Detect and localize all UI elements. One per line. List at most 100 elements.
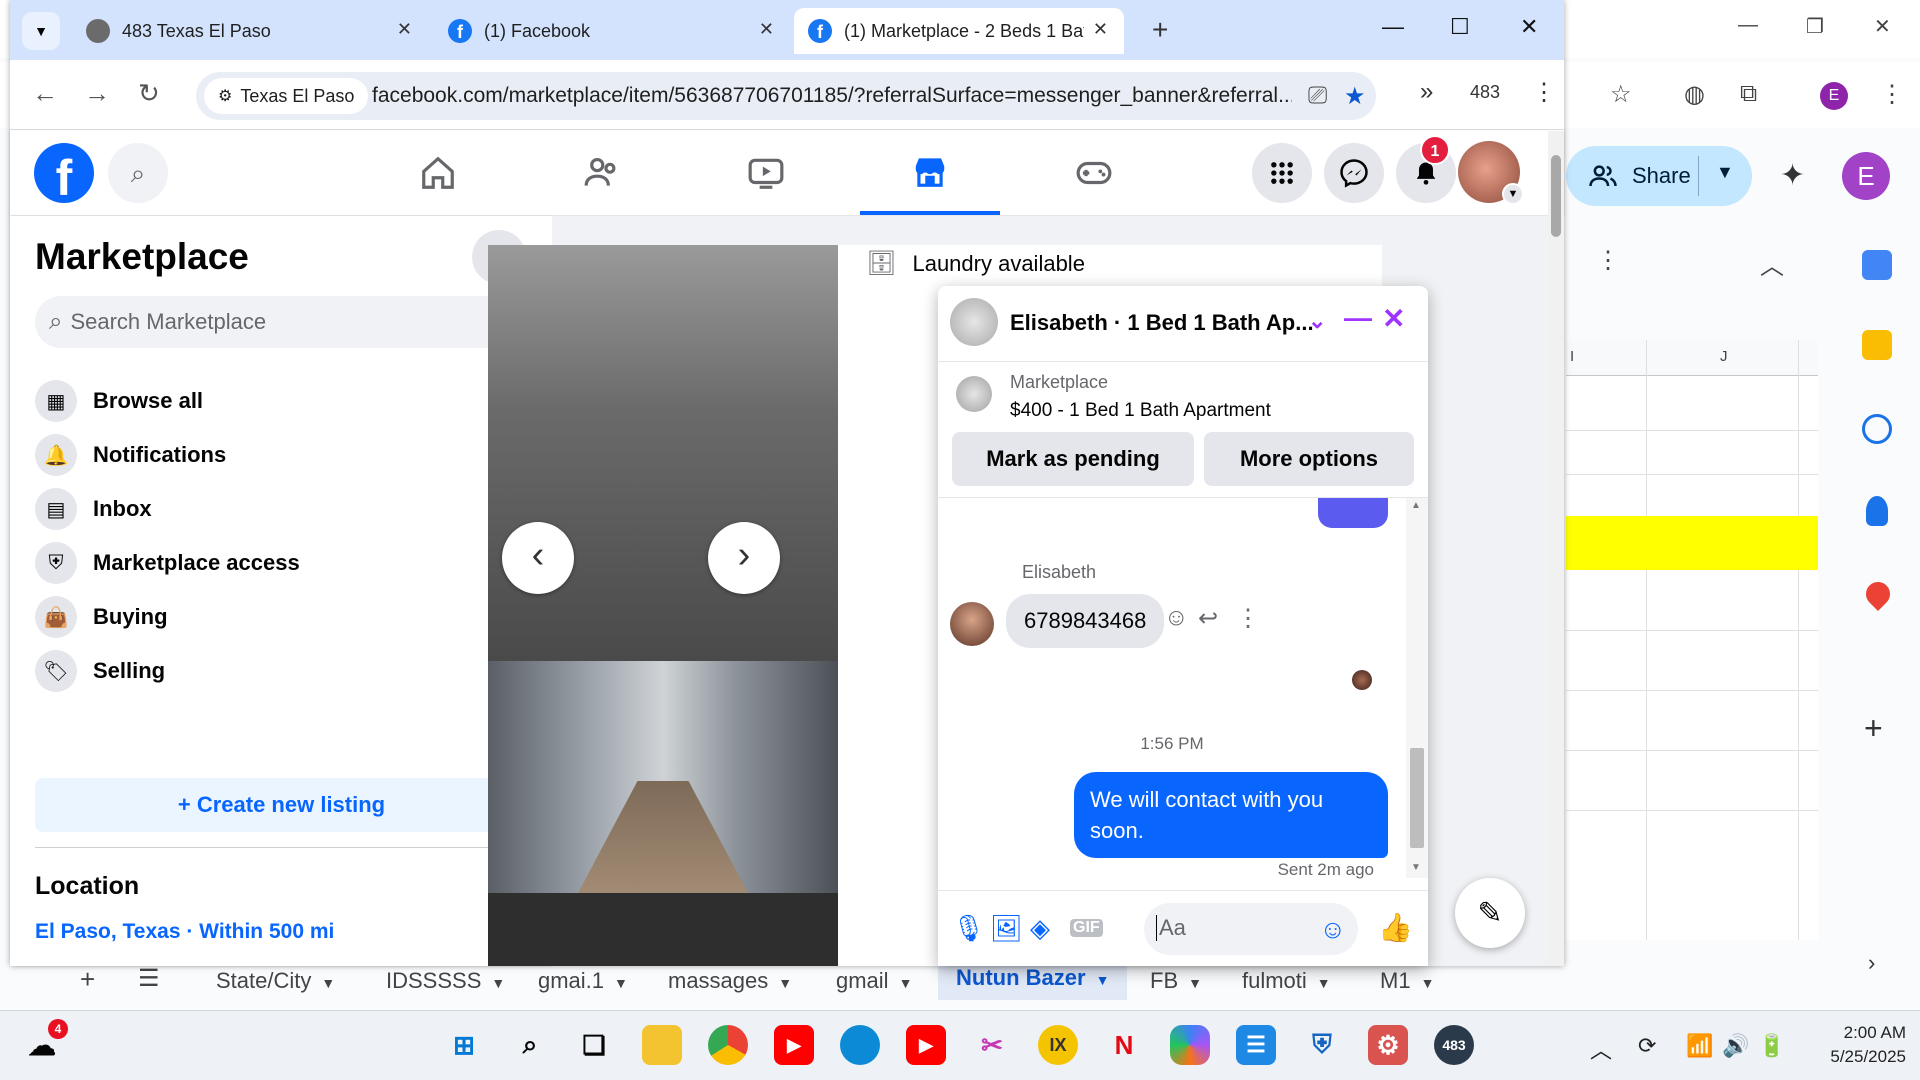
battery-icon[interactable]: 🔋: [1758, 1033, 1785, 1059]
column-j-header[interactable]: J: [1720, 348, 1728, 365]
notepad-icon[interactable]: ☰: [1236, 1025, 1276, 1065]
chat-header[interactable]: Elisabeth · 1 Bed 1 Bath Ap... ⌄ — ✕: [938, 286, 1428, 362]
scroll-up-icon[interactable]: ▲: [1411, 500, 1421, 511]
scroll-down-icon[interactable]: ▼: [1411, 862, 1421, 873]
chevron-down-icon[interactable]: ⌄: [1308, 308, 1326, 334]
site-info-chip[interactable]: ⚙ Texas El Paso: [204, 78, 369, 114]
add-addon-icon[interactable]: +: [1864, 710, 1883, 747]
all-sheets-icon[interactable]: ☰: [138, 964, 160, 993]
column-i-header[interactable]: I: [1570, 348, 1574, 365]
volume-icon[interactable]: 🔊: [1722, 1033, 1749, 1059]
menu-kebab-icon[interactable]: ⋮: [1880, 80, 1904, 109]
expand-chevron-icon[interactable]: ›: [1868, 950, 1875, 976]
tasks-icon[interactable]: [1862, 414, 1892, 444]
task-view-icon[interactable]: ❏: [574, 1025, 614, 1065]
wifi-icon[interactable]: 📶: [1686, 1033, 1713, 1059]
sidebar-item-buying[interactable]: 👜 Buying ›: [35, 588, 528, 646]
nav-home[interactable]: [368, 131, 508, 215]
install-app-icon[interactable]: ⎚: [1308, 82, 1327, 110]
sheet-tab-state-city[interactable]: State/City ▼: [216, 968, 335, 994]
location-link[interactable]: El Paso, Texas · Within 500 mi: [35, 920, 334, 944]
address-bar[interactable]: ⚙ Texas El Paso facebook.com/marketplace…: [196, 72, 1376, 120]
next-photo-button[interactable]: ›: [708, 522, 780, 594]
maximize-icon[interactable]: ☐: [1450, 14, 1470, 40]
file-explorer-icon[interactable]: [642, 1025, 682, 1065]
minimize-icon[interactable]: —: [1382, 14, 1404, 40]
sidebar-item-browse-all[interactable]: ▦ Browse all: [35, 372, 528, 430]
minimize-icon[interactable]: —: [1738, 14, 1758, 37]
close-icon[interactable]: ✕: [1874, 14, 1891, 39]
chevron-up-icon[interactable]: ︿: [1760, 246, 1784, 281]
sender-avatar[interactable]: [950, 602, 994, 646]
messenger-button[interactable]: [1324, 143, 1384, 203]
listing-photos[interactable]: [488, 245, 838, 966]
message-input[interactable]: Aa ☺: [1144, 903, 1358, 955]
bookmark-star-icon[interactable]: ★: [1344, 82, 1366, 111]
search-icon[interactable]: ⌕: [510, 1025, 550, 1065]
netflix-icon[interactable]: N: [1104, 1025, 1144, 1065]
photo-icon[interactable]: 🖼: [990, 913, 1023, 944]
menu-kebab-icon[interactable]: ⋮: [1532, 78, 1556, 107]
chat-scrollbar[interactable]: ▲ ▼: [1406, 498, 1428, 878]
search-icon[interactable]: ⌕: [108, 143, 168, 203]
app-483-icon[interactable]: 483: [1434, 1025, 1474, 1065]
windows-start-icon[interactable]: ⊞: [444, 1025, 484, 1065]
edge-icon[interactable]: [840, 1025, 880, 1065]
listing-thumbnail[interactable]: [956, 376, 992, 412]
calendar-icon[interactable]: [1862, 250, 1892, 280]
sticker-icon[interactable]: ◈: [1030, 913, 1050, 944]
more-kebab-icon[interactable]: ⋮: [1236, 604, 1260, 633]
back-icon[interactable]: ←: [32, 78, 58, 109]
ix-app-icon[interactable]: IX: [1038, 1025, 1078, 1065]
sheet-tab-massages[interactable]: massages ▼: [668, 968, 792, 994]
reply-icon[interactable]: ↩: [1198, 604, 1218, 633]
new-message-button[interactable]: ✎: [1455, 878, 1525, 948]
sheet-tab-idsssss[interactable]: IDSSSSS ▼: [386, 968, 505, 994]
nav-friends[interactable]: [532, 131, 672, 215]
url-text[interactable]: facebook.com/marketplace/item/5636877067…: [372, 84, 1292, 108]
more-vert-icon[interactable]: ⋮: [1596, 246, 1620, 275]
globe-icon[interactable]: ◍: [1684, 80, 1705, 109]
new-tab-icon[interactable]: +: [1152, 14, 1168, 46]
more-options-button[interactable]: More options: [1204, 432, 1414, 486]
profile-avatar[interactable]: ▼: [1458, 141, 1524, 205]
add-sheet-icon[interactable]: +: [80, 964, 95, 995]
forward-icon[interactable]: →: [84, 78, 110, 109]
restore-icon[interactable]: ❐: [1806, 14, 1824, 39]
extensions-icon[interactable]: ⧉: [1740, 80, 1757, 108]
chat-avatar[interactable]: [950, 298, 998, 346]
sheet-tab-m1[interactable]: M1 ▼: [1380, 968, 1434, 994]
vpn-shield-icon[interactable]: ⛨: [1302, 1025, 1342, 1065]
tab-texas-el-paso[interactable]: 483 Texas El Paso ✕: [72, 8, 428, 54]
gemini-sparkle-icon[interactable]: ✦: [1780, 158, 1805, 193]
thumbs-up-icon[interactable]: 👍: [1378, 911, 1413, 944]
scrollbar-thumb[interactable]: [1551, 155, 1561, 237]
sheet-tab-fb[interactable]: FB ▼: [1150, 968, 1202, 994]
context-item[interactable]: $400 - 1 Bed 1 Bath Apartment: [1010, 400, 1271, 422]
chat-messages[interactable]: Elisabeth 6789843468 ☺ ↩ ⋮ 1:56 PM We wi…: [938, 498, 1428, 878]
minimize-chat-icon[interactable]: —: [1344, 302, 1372, 334]
sidebar-item-selling[interactable]: 🏷 Selling ›: [35, 642, 528, 700]
share-button[interactable]: Share ▼: [1566, 146, 1752, 206]
youtube-icon[interactable]: ▶: [774, 1025, 814, 1065]
share-dropdown-icon[interactable]: ▼: [1716, 162, 1734, 183]
youtube-icon[interactable]: ▶: [906, 1025, 946, 1065]
microphone-icon[interactable]: 🎙: [952, 913, 985, 944]
search-input[interactable]: ⌕ Search Marketplace: [35, 296, 528, 348]
page-scrollbar[interactable]: [1548, 131, 1564, 966]
menu-grid-button[interactable]: [1252, 143, 1312, 203]
copilot-icon[interactable]: [1170, 1025, 1210, 1065]
tab-facebook[interactable]: f (1) Facebook ✕: [434, 8, 790, 54]
extension-count[interactable]: 483: [1470, 82, 1500, 103]
previous-photo-button[interactable]: ‹: [502, 522, 574, 594]
outgoing-message[interactable]: We will contact with you soon.: [1074, 772, 1388, 858]
sync-icon[interactable]: ⟳: [1638, 1033, 1656, 1059]
keep-icon[interactable]: [1862, 330, 1892, 360]
close-tab-icon[interactable]: ✕: [1093, 19, 1108, 40]
react-emoji-icon[interactable]: ☺: [1164, 604, 1189, 632]
create-listing-button[interactable]: + Create new listing: [35, 778, 528, 832]
profile-avatar[interactable]: E: [1820, 82, 1848, 110]
contacts-icon[interactable]: [1866, 496, 1888, 526]
close-tab-icon[interactable]: ✕: [759, 19, 774, 40]
nav-video[interactable]: [696, 131, 836, 215]
